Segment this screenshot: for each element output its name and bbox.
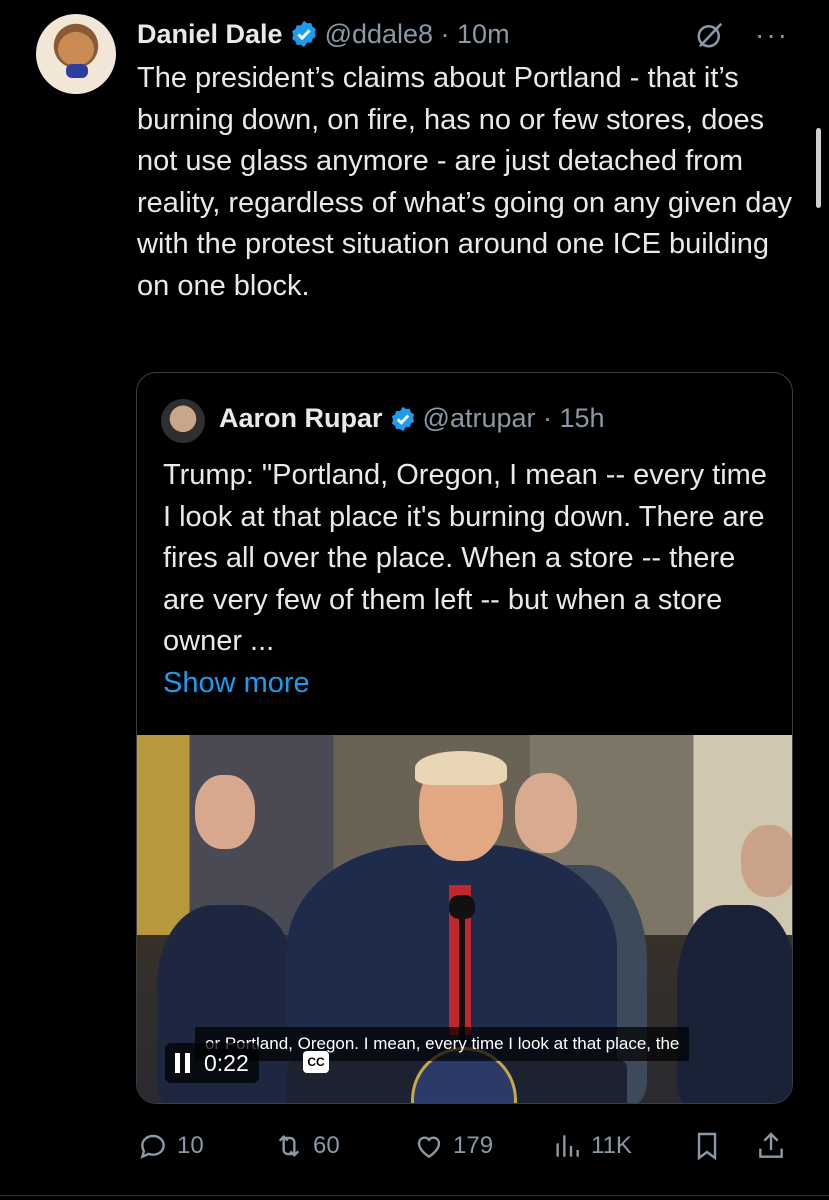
video-person-right-head xyxy=(515,773,577,853)
heart-icon xyxy=(417,1136,441,1159)
video-time: 0:22 xyxy=(204,1049,249,1076)
repost-button[interactable]: 60 xyxy=(273,1130,340,1162)
author-handle-time[interactable]: @ddale8 · 10m xyxy=(325,19,510,50)
quote-author-avatar[interactable] xyxy=(161,399,205,443)
tweet: Daniel Dale @ddale8 · 10m ··· The presid… xyxy=(0,0,829,1200)
views-button[interactable]: 11K xyxy=(551,1130,632,1162)
quote-author-name[interactable]: Aaron Rupar xyxy=(219,403,383,434)
views-chart-icon xyxy=(556,1135,579,1157)
views-count: 11K xyxy=(591,1132,632,1159)
verified-badge-icon xyxy=(391,406,414,431)
show-more-link[interactable]: Show more xyxy=(163,663,778,705)
divider xyxy=(0,1195,829,1196)
scrollbar[interactable] xyxy=(816,128,821,208)
video-controls: 0:22 xyxy=(165,1043,259,1083)
video-person-far-right-head xyxy=(741,825,792,897)
share-icon xyxy=(759,1132,783,1158)
share-button[interactable] xyxy=(755,1130,787,1162)
avatar-bandana xyxy=(66,64,88,78)
video-caption: or Portland, Oregon. I mean, every time … xyxy=(195,1027,690,1061)
video-person-left-head xyxy=(195,775,255,849)
pause-icon[interactable] xyxy=(175,1053,190,1073)
reply-count: 10 xyxy=(177,1132,204,1159)
tweet-text: The president’s claims about Portland - … xyxy=(137,62,793,302)
avatar-dog-face xyxy=(58,32,94,66)
header-actions: ··· xyxy=(695,20,789,50)
reply-button[interactable]: 10 xyxy=(137,1130,204,1162)
quote-header: Aaron Rupar @atrupar · 15h xyxy=(219,403,605,434)
video-microphone-head xyxy=(449,895,475,919)
quote-text-body: Trump: "Portland, Oregon, I mean -- ever… xyxy=(163,459,767,657)
verified-badge-icon xyxy=(291,20,316,48)
quote-author-handle-time[interactable]: @atrupar · 15h xyxy=(423,403,605,434)
like-button[interactable]: 179 xyxy=(413,1130,493,1162)
video-person-far-right xyxy=(677,905,792,1103)
video-speaker-hair xyxy=(415,751,507,785)
like-count: 179 xyxy=(453,1132,494,1159)
tweet-header: Daniel Dale @ddale8 · 10m xyxy=(137,16,510,52)
author-avatar[interactable] xyxy=(36,14,116,94)
repost-icon xyxy=(278,1134,300,1158)
closed-captions-icon[interactable]: CC xyxy=(303,1051,329,1073)
quote-text: Trump: "Portland, Oregon, I mean -- ever… xyxy=(163,455,778,704)
more-options-icon[interactable]: ··· xyxy=(755,21,789,49)
bookmark-button[interactable] xyxy=(691,1130,723,1162)
video-player[interactable]: or Portland, Oregon. I mean, every time … xyxy=(137,735,792,1103)
author-name[interactable]: Daniel Dale xyxy=(137,19,283,50)
bookmark-icon xyxy=(697,1132,717,1161)
grok-icon[interactable] xyxy=(695,20,725,50)
repost-count: 60 xyxy=(313,1132,340,1159)
quoted-tweet[interactable]: Aaron Rupar @atrupar · 15h Trump: "Portl… xyxy=(136,372,793,1104)
reply-icon xyxy=(140,1134,165,1159)
tweet-actions: 10 60 179 11K xyxy=(137,1130,797,1174)
